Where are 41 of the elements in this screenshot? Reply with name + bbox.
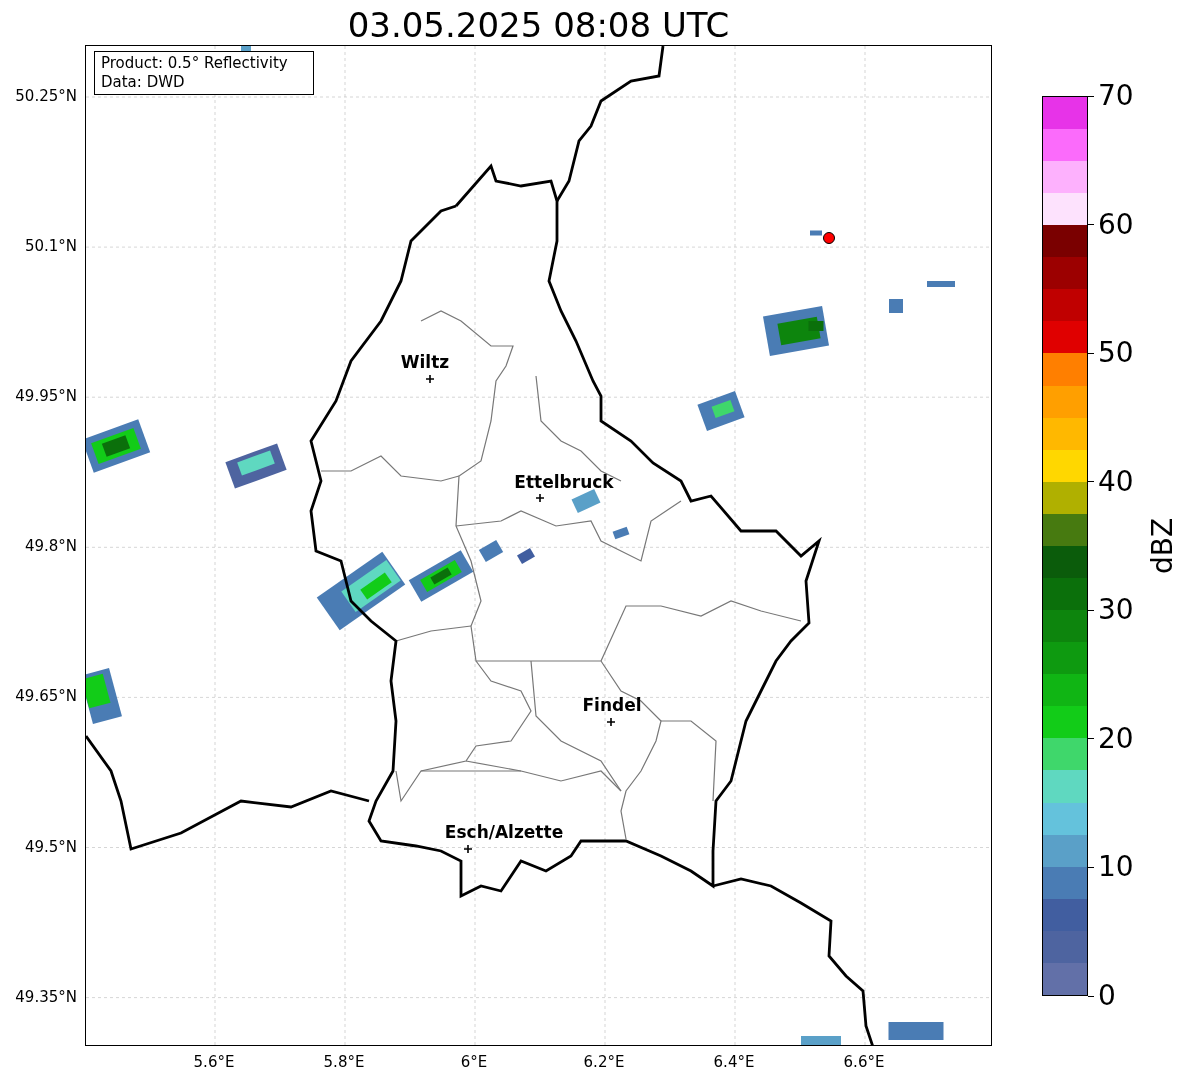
x-tick-label: 6.4°E xyxy=(713,1052,755,1073)
y-tick-label: 49.95°N xyxy=(15,385,77,407)
y-tick-label: 49.65°N xyxy=(15,686,77,708)
x-tick-label: 6.2°E xyxy=(583,1052,625,1073)
plus-marker-icon xyxy=(606,717,616,727)
x-tick-label: 5.6°E xyxy=(193,1052,235,1073)
radar-echo xyxy=(810,230,822,236)
radar-echo xyxy=(889,299,903,313)
plus-marker-icon xyxy=(463,844,473,854)
plus-marker-icon xyxy=(425,374,435,384)
radar-echo xyxy=(801,1036,841,1045)
radar-echo xyxy=(517,547,535,565)
colorbar-tick-label: 40 xyxy=(1098,467,1134,496)
colorbar-tick-label: 60 xyxy=(1098,210,1134,239)
chart-title: 03.05.2025 08:08 UTC xyxy=(347,7,730,42)
colorbar-tick-label: 30 xyxy=(1098,596,1134,625)
colorbar-tick-label: 70 xyxy=(1098,82,1134,110)
place-label: Findel xyxy=(582,694,642,718)
colorbar-tick-label: 20 xyxy=(1098,724,1134,753)
colorbar-tick-label: 10 xyxy=(1098,853,1134,882)
colorbar-label: dBZ xyxy=(1145,517,1181,575)
x-tick-label: 5.8°E xyxy=(323,1052,365,1073)
place-label: Wiltz xyxy=(400,351,450,375)
place-label: Ettelbruck xyxy=(514,471,614,495)
y-tick-label: 50.1°N xyxy=(24,235,77,257)
y-tick-label: 50.25°N xyxy=(15,85,77,107)
y-tick-label: 49.35°N xyxy=(15,986,77,1008)
radar-echo xyxy=(612,526,630,540)
y-tick-label: 49.8°N xyxy=(24,536,77,558)
location-dot xyxy=(823,232,835,244)
info-text: Data: DWD xyxy=(101,73,186,92)
x-tick-label: 6°E xyxy=(460,1052,488,1073)
radar-echo xyxy=(927,281,955,287)
radar-echo xyxy=(888,1022,944,1040)
colorbar-tick-label: 50 xyxy=(1098,339,1134,368)
y-tick-label: 49.5°N xyxy=(24,836,77,858)
place-label: Esch/Alzette xyxy=(444,821,564,845)
info-text: Product: 0.5° Reflectivity xyxy=(101,54,289,73)
plus-marker-icon xyxy=(535,493,545,503)
colorbar-tick-label: 0 xyxy=(1098,982,1116,1010)
x-tick-label: 6.6°E xyxy=(843,1052,885,1073)
